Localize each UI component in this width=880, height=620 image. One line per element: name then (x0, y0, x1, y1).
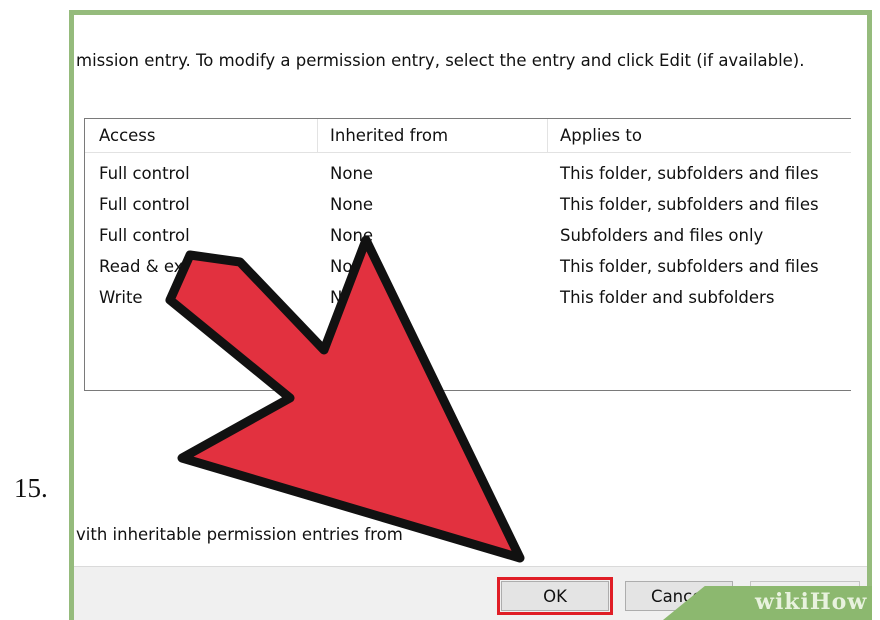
row-applies-to: This folder and subfolders (560, 288, 775, 307)
column-divider[interactable] (547, 119, 548, 152)
row-inherited-from: None (330, 164, 374, 183)
row-access: Read & execute (99, 257, 230, 276)
row-inherited-from: None (330, 195, 374, 214)
row-inherited-from: None (330, 288, 374, 307)
column-divider[interactable] (317, 119, 318, 152)
row-applies-to: This folder, subfolders and files (560, 164, 819, 183)
row-inherited-from: None (330, 257, 374, 276)
row-access: Full control (99, 226, 190, 245)
step-number: 15. (14, 473, 48, 503)
inheritance-checkbox-label[interactable]: vith inheritable permission entries from (76, 525, 403, 544)
column-header-applies-to[interactable]: Applies to (560, 126, 642, 145)
column-header-access[interactable]: Access (99, 126, 156, 145)
ok-button[interactable]: OK (497, 577, 613, 615)
instruction-text: mission entry. To modify a permission en… (76, 51, 805, 70)
list-header: Access Inherited from Applies to (85, 119, 851, 153)
row-access: Write (99, 288, 143, 307)
row-inherited-from: None (330, 226, 374, 245)
watermark-text: wikiHow (755, 589, 868, 615)
advanced-security-dialog: mission entry. To modify a permission en… (74, 15, 867, 620)
row-applies-to: Subfolders and files only (560, 226, 764, 245)
row-applies-to: This folder, subfolders and files (560, 257, 819, 276)
permission-entries-list[interactable]: Access Inherited from Applies to Full co… (84, 118, 851, 391)
column-header-inherited-from[interactable]: Inherited from (330, 126, 448, 145)
row-access: Full control (99, 164, 190, 183)
row-access: Full control (99, 195, 190, 214)
screenshot-frame: mission entry. To modify a permission en… (69, 10, 872, 620)
row-applies-to: This folder, subfolders and files (560, 195, 819, 214)
